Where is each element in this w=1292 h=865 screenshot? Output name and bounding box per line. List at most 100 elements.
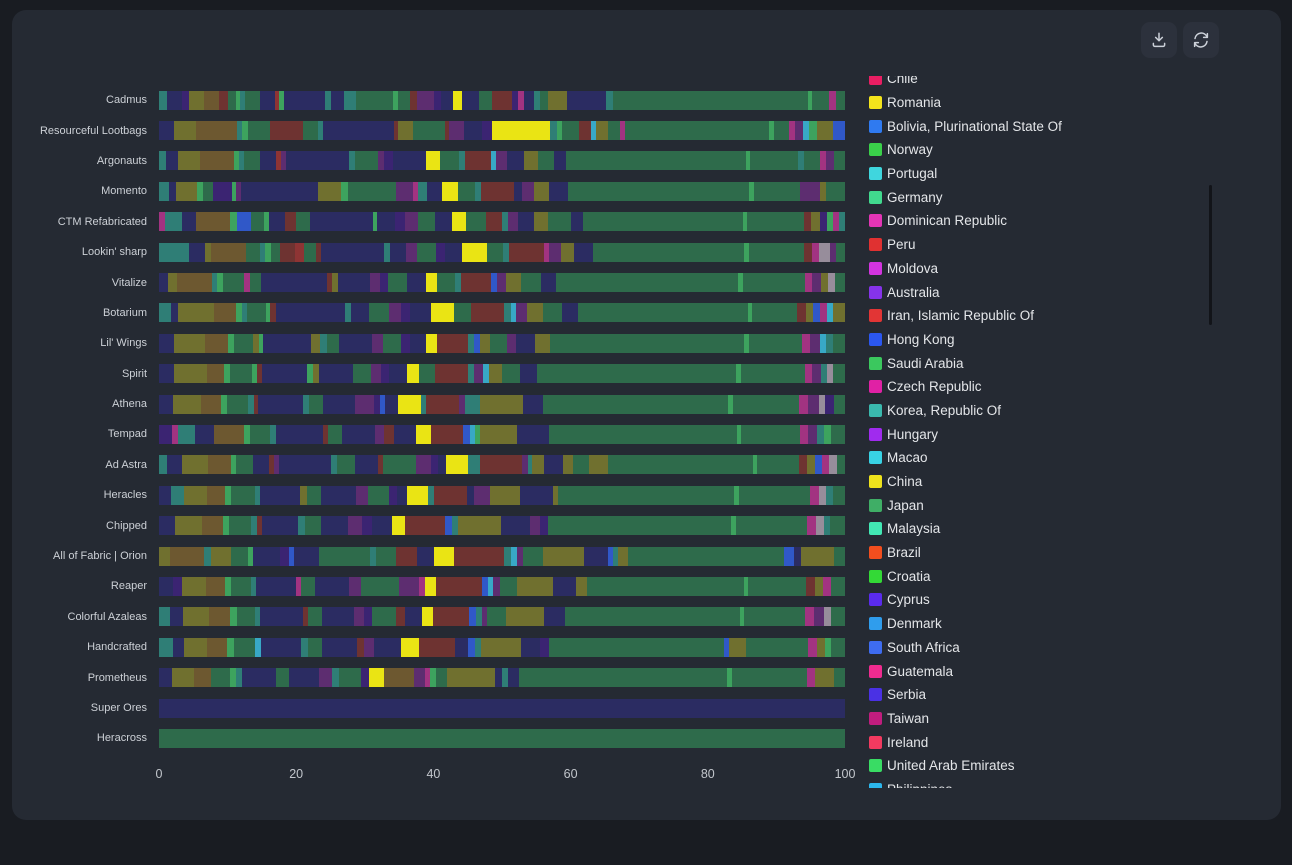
bar-segment[interactable] (234, 334, 254, 353)
bar-segment[interactable] (822, 455, 829, 474)
legend-item[interactable]: South Africa (869, 636, 1214, 660)
bar-segment[interactable] (389, 486, 396, 505)
bar-segment[interactable] (173, 395, 201, 414)
legend-item[interactable]: Romania (869, 91, 1214, 115)
bar-segment[interactable] (203, 182, 213, 201)
bar-segment[interactable] (834, 547, 845, 566)
bar-segment[interactable] (812, 273, 821, 292)
bar-segment[interactable] (405, 607, 422, 626)
bar-segment[interactable] (819, 243, 829, 262)
bar-segment[interactable] (159, 455, 167, 474)
bar-segment[interactable] (817, 425, 824, 444)
bar-segment[interactable] (487, 243, 503, 262)
legend-item[interactable]: Czech Republic (869, 375, 1214, 399)
bar-segment[interactable] (537, 364, 737, 383)
bar-segment[interactable] (754, 182, 800, 201)
bar-segment[interactable] (372, 516, 393, 535)
bar-segment[interactable] (550, 121, 557, 140)
bar-segment[interactable] (390, 243, 406, 262)
bar-segment[interactable] (380, 273, 387, 292)
bar-segment[interactable] (230, 364, 253, 383)
bar-segment[interactable] (416, 425, 432, 444)
bar-segment[interactable] (799, 455, 807, 474)
bar-segment[interactable] (374, 638, 400, 657)
bar-segment[interactable] (261, 638, 301, 657)
bar-segment[interactable] (819, 395, 826, 414)
bar-segment[interactable] (468, 638, 475, 657)
bar-segment[interactable] (327, 334, 339, 353)
bar-segment[interactable] (370, 273, 380, 292)
bar-segment[interactable] (549, 425, 737, 444)
bar-segment[interactable] (417, 243, 436, 262)
bar-segment[interactable] (744, 607, 805, 626)
legend-item[interactable]: Saudi Arabia (869, 351, 1214, 375)
bar-segment[interactable] (587, 577, 744, 596)
bar-segment[interactable] (801, 547, 834, 566)
bar-segment[interactable] (825, 395, 833, 414)
bar-segment[interactable] (159, 121, 174, 140)
bar-segment[interactable] (469, 607, 476, 626)
bar-segment[interactable] (524, 151, 537, 170)
legend[interactable]: ChileRomaniaBolivia, Plurinational State… (869, 76, 1214, 788)
bar-segment[interactable] (354, 607, 365, 626)
bar-segment[interactable] (821, 273, 828, 292)
bar-segment[interactable] (441, 91, 453, 110)
bar-segment[interactable] (189, 91, 204, 110)
bar-segment[interactable] (806, 577, 815, 596)
bar-segment[interactable] (495, 668, 502, 687)
bar-segment[interactable] (348, 516, 362, 535)
stacked-bar[interactable] (159, 668, 845, 687)
bar-segment[interactable] (205, 334, 228, 353)
bar-segment[interactable] (435, 212, 452, 231)
bar-segment[interactable] (357, 638, 364, 657)
bar-segment[interactable] (308, 607, 322, 626)
bar-segment[interactable] (207, 364, 224, 383)
bar-segment[interactable] (377, 212, 395, 231)
bar-segment[interactable] (833, 121, 845, 140)
stacked-bar[interactable] (159, 425, 845, 444)
bar-segment[interactable] (355, 455, 378, 474)
bar-segment[interactable] (231, 547, 248, 566)
bar-segment[interactable] (810, 486, 819, 505)
bar-segment[interactable] (808, 395, 819, 414)
bar-segment[interactable] (567, 91, 606, 110)
bar-segment[interactable] (628, 547, 785, 566)
legend-item[interactable]: Chile (869, 76, 1214, 91)
bar-segment[interactable] (452, 212, 466, 231)
bar-segment[interactable] (407, 273, 426, 292)
bar-segment[interactable] (397, 486, 407, 505)
bar-segment[interactable] (437, 273, 455, 292)
bar-segment[interactable] (269, 212, 285, 231)
bar-segment[interactable] (427, 182, 443, 201)
bar-segment[interactable] (308, 638, 322, 657)
bar-segment[interactable] (541, 273, 556, 292)
bar-segment[interactable] (353, 364, 371, 383)
bar-segment[interactable] (492, 91, 512, 110)
bar-segment[interactable] (159, 395, 173, 414)
bar-segment[interactable] (829, 91, 836, 110)
bar-segment[interactable] (253, 455, 268, 474)
bar-segment[interactable] (381, 364, 389, 383)
bar-segment[interactable] (211, 243, 246, 262)
bar-segment[interactable] (814, 607, 824, 626)
bar-segment[interactable] (743, 273, 805, 292)
bar-segment[interactable] (262, 364, 307, 383)
bar-segment[interactable] (504, 303, 511, 322)
legend-item[interactable]: Cyprus (869, 588, 1214, 612)
bar-segment[interactable] (398, 91, 410, 110)
bar-segment[interactable] (794, 547, 801, 566)
bar-segment[interactable] (516, 303, 526, 322)
bar-segment[interactable] (223, 273, 245, 292)
bar-segment[interactable] (543, 303, 562, 322)
bar-segment[interactable] (613, 91, 808, 110)
bar-segment[interactable] (201, 395, 221, 414)
bar-segment[interactable] (608, 121, 620, 140)
bar-segment[interactable] (355, 151, 379, 170)
bar-segment[interactable] (328, 425, 342, 444)
bar-segment[interactable] (549, 243, 561, 262)
bar-segment[interactable] (496, 151, 506, 170)
bar-segment[interactable] (383, 455, 415, 474)
bar-segment[interactable] (159, 668, 172, 687)
stacked-bar[interactable] (159, 547, 845, 566)
bar-segment[interactable] (817, 638, 825, 657)
